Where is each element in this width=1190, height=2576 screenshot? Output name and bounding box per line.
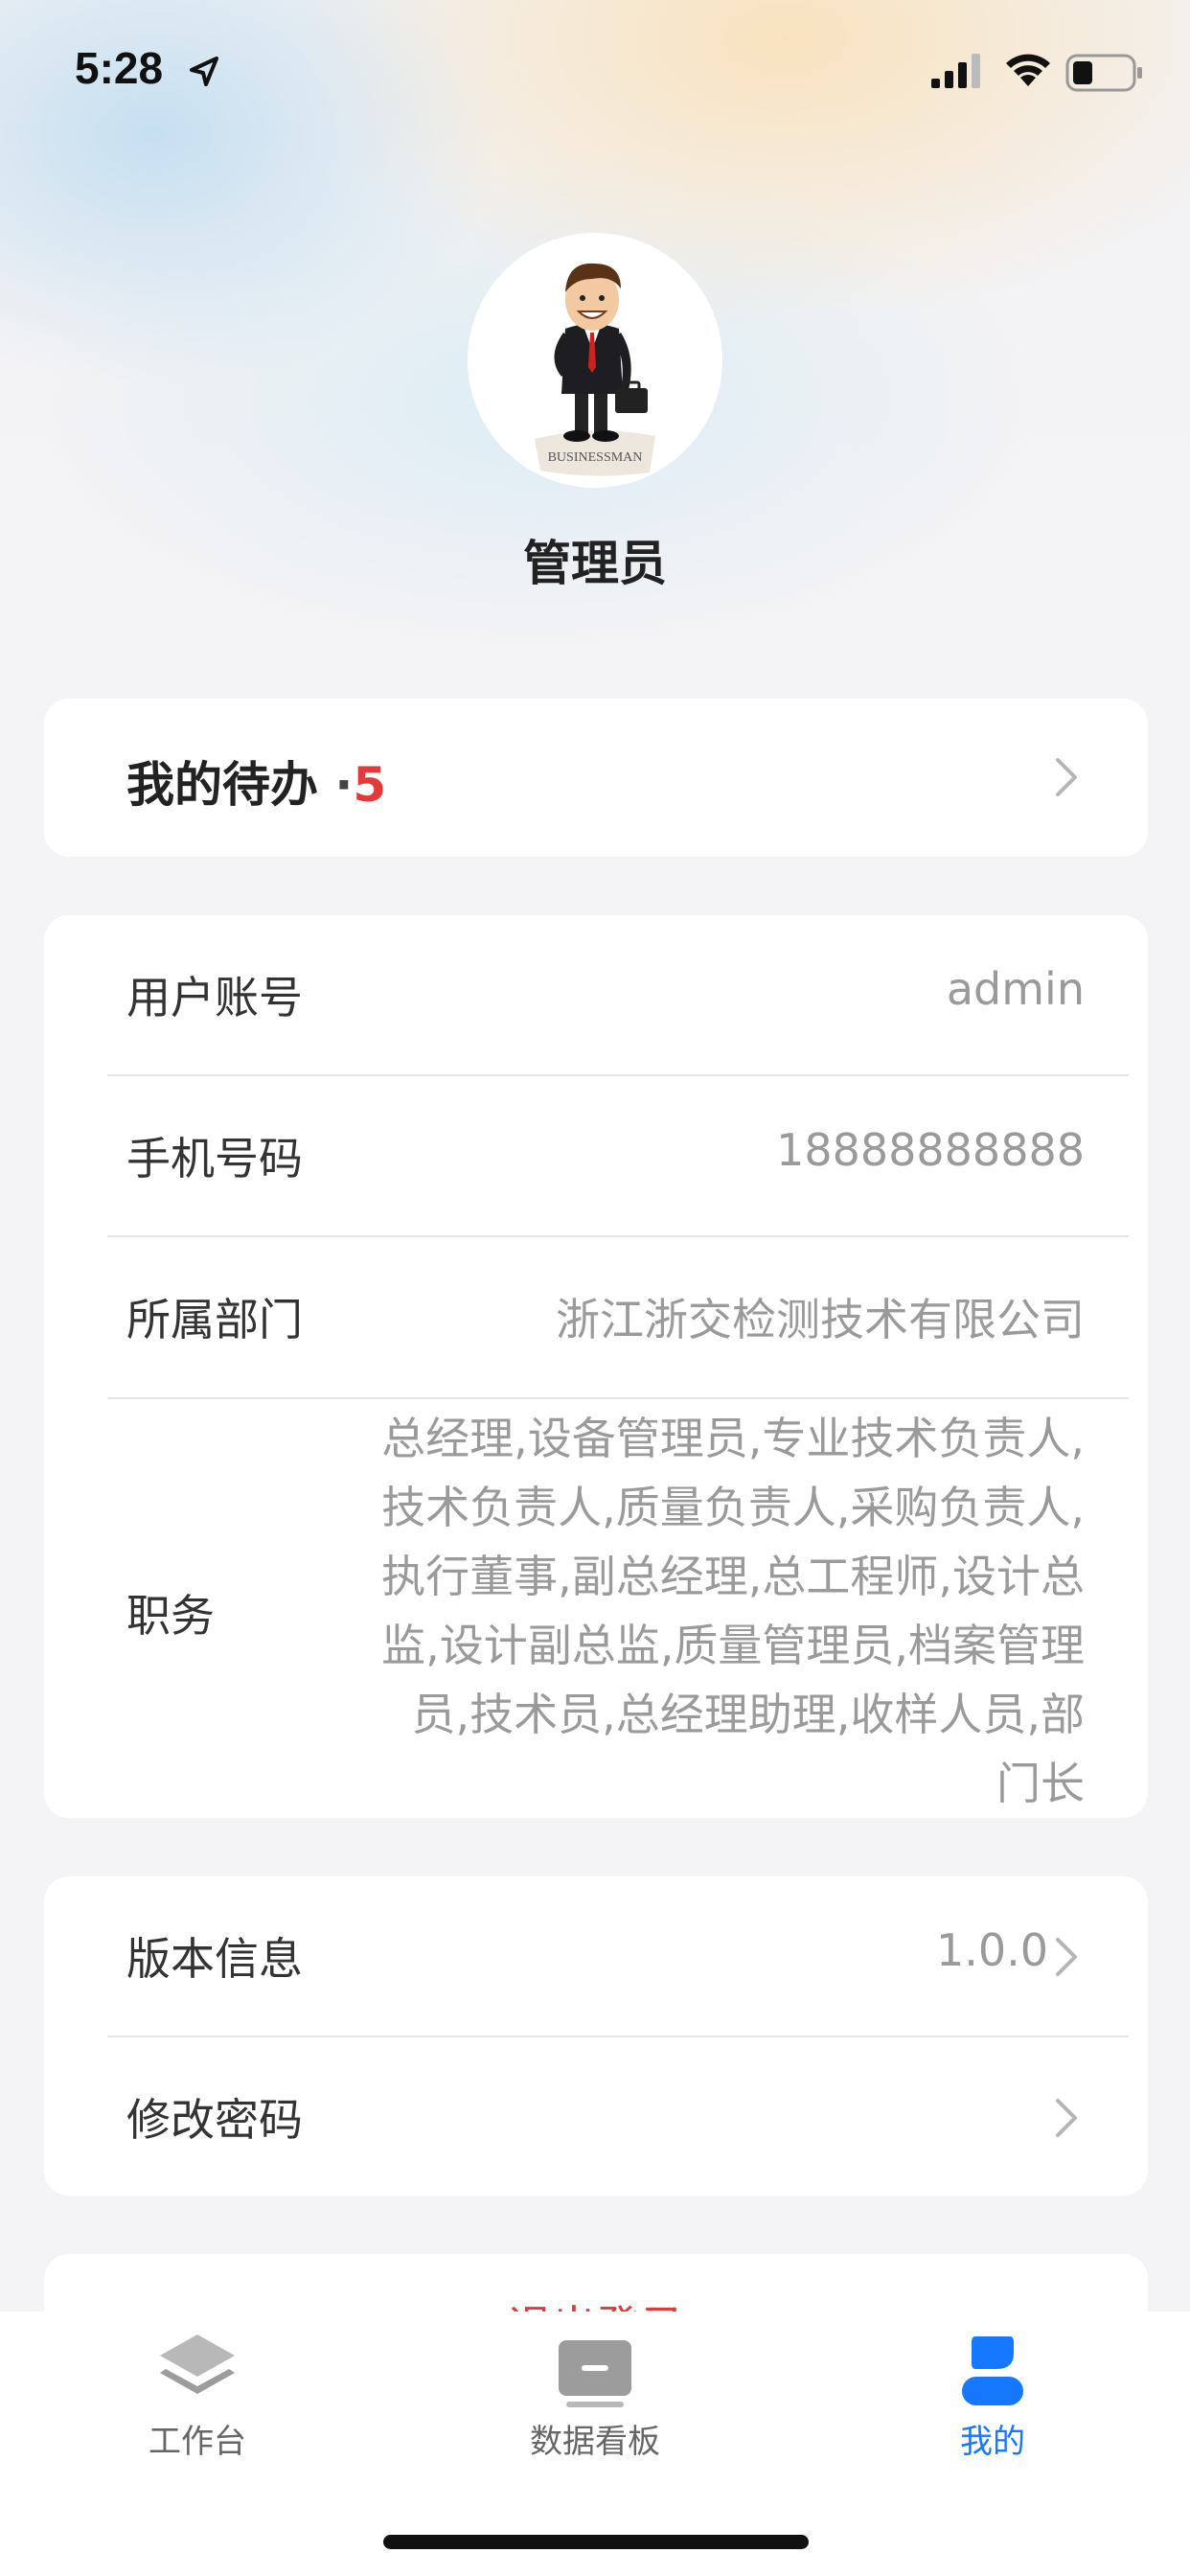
account-row: 用户账号 admin	[44, 915, 1148, 1076]
chevron-right-icon	[1056, 1938, 1077, 1976]
account-value: admin	[946, 963, 1085, 1015]
position-label: 职务	[126, 1590, 215, 1642]
version-row[interactable]: 版本信息 1.0.0	[44, 1876, 1148, 2036]
change-password-row[interactable]: 修改密码	[44, 2037, 1148, 2196]
change-password-label: 修改密码	[126, 2094, 303, 2146]
todo-label: 我的待办	[126, 757, 318, 813]
profile-name: 管理员	[523, 536, 667, 591]
tab-dashboard[interactable]: 数据看板	[451, 2312, 739, 2484]
chevron-right-icon	[1056, 2099, 1077, 2137]
layers-icon	[160, 2334, 235, 2394]
settings-card: 版本信息 1.0.0 修改密码	[44, 1876, 1148, 2196]
todo-count-badge: 5	[353, 757, 387, 813]
wifi-icon	[1006, 54, 1050, 86]
dashboard-icon	[559, 2340, 631, 2407]
tab-label: 数据看板	[530, 2423, 660, 2461]
user-icon	[962, 2336, 1023, 2405]
location-arrow-icon	[190, 57, 218, 86]
version-value: 1.0.0	[935, 1924, 1048, 1976]
my-todo-card[interactable]: 我的待办 ·5	[44, 699, 1148, 857]
avatar-caption: BUSINESSMAN	[548, 450, 643, 465]
department-row: 所属部门 浙江浙交检测技术有限公司	[44, 1237, 1148, 1398]
tab-workbench[interactable]: 工作台	[54, 2312, 341, 2484]
todo-title: 我的待办 ·5	[126, 747, 386, 816]
version-label: 版本信息	[126, 1933, 303, 1985]
position-value: 总经理,设备管理员,专业技术负责人,技术负责人,质量负责人,采购负责人,执行董事…	[381, 1413, 1085, 1809]
department-value: 浙江浙交检测技术有限公司	[556, 1294, 1085, 1346]
divider	[107, 1397, 1129, 1399]
status-time: 5:28	[75, 43, 164, 93]
phone-row: 手机号码 18888888888	[44, 1076, 1148, 1237]
status-bar: 5:28	[0, 0, 1190, 134]
tab-mine[interactable]: 我的	[849, 2312, 1136, 2484]
battery-icon	[1065, 54, 1142, 92]
tab-label: 我的	[960, 2423, 1025, 2461]
todo-separator: ·	[334, 757, 354, 813]
user-info-card: 用户账号 admin 手机号码 18888888888 所属部门 浙江浙交检测技…	[44, 915, 1148, 1818]
tab-label: 工作台	[149, 2423, 246, 2461]
account-label: 用户账号	[126, 972, 303, 1024]
chevron-right-icon	[1056, 758, 1077, 796]
businessman-avatar-icon: BUSINESSMAN	[535, 263, 655, 476]
phone-label: 手机号码	[126, 1133, 303, 1184]
cellular-signal-icon	[931, 54, 980, 88]
phone-value: 18888888888	[776, 1124, 1085, 1176]
avatar[interactable]: BUSINESSMAN	[468, 233, 722, 488]
home-indicator[interactable]	[383, 2535, 809, 2549]
department-label: 所属部门	[126, 1294, 303, 1346]
